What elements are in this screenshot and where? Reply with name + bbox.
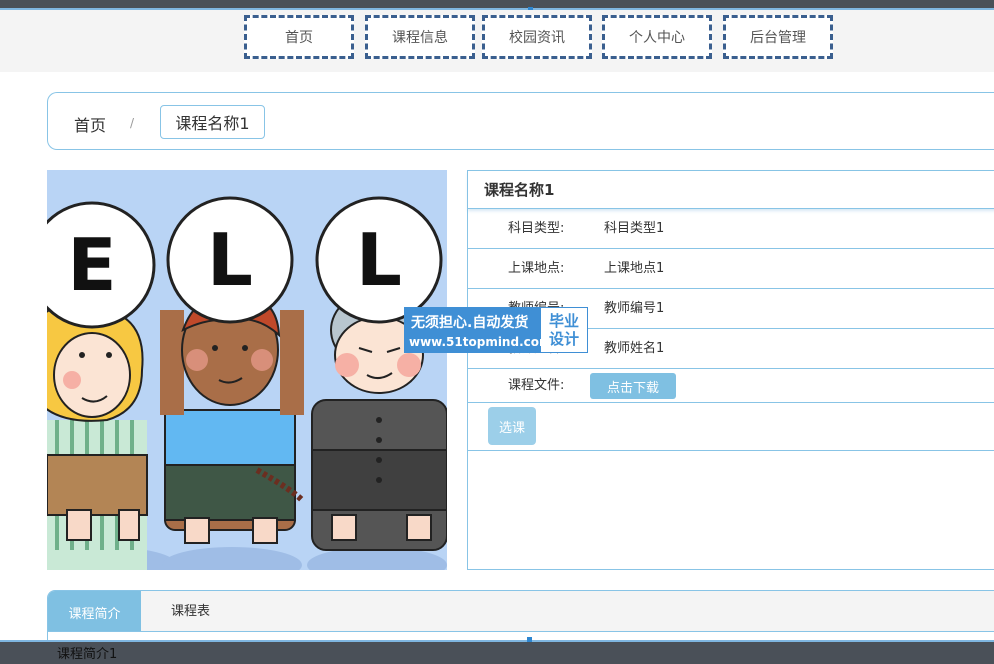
subject-label: 科目类型: [508,221,565,236]
tab-course-schedule[interactable]: 课程表 [171,591,210,631]
breadcrumb-current: 课程名称1 [160,105,265,139]
course-tabs: 课程简介 课程表 [47,590,994,632]
course-image: E L L [47,170,447,570]
sign-letter-l-1: L [207,218,253,302]
watermark-line1: 无须担心.自动发货 [411,315,529,331]
watermark-banner: 无须担心.自动发货 www.51topmind.com 毕业 设计 [404,307,588,353]
main-nav: 首页 课程信息 校园资讯 个人中心 后台管理 [0,10,994,72]
select-course-button[interactable]: 选课 [488,407,536,445]
course-illustration: E L L [47,196,447,570]
breadcrumb-home[interactable]: 首页 [74,112,106,136]
watermark-badge-line1: 毕业 [548,312,579,330]
teacher-name-value: 教师姓名1 [604,341,665,356]
course-intro-content: 课程简介1 [57,647,118,662]
breadcrumb-separator: / [130,116,135,130]
subject-value: 科目类型1 [604,221,665,236]
watermark-badge: 毕业 设计 [541,308,587,352]
nav-item-admin[interactable]: 后台管理 [723,15,833,59]
watermark-text-block: 无须担心.自动发货 www.51topmind.com [405,308,552,352]
detail-row-file: 课程文件: 点击下载 [468,369,994,403]
sign-letter-e: E [67,223,116,307]
course-title: 课程名称1 [468,171,994,209]
download-button[interactable]: 点击下载 [590,373,676,399]
teacher-id-value: 教师编号1 [604,301,665,316]
watermark-line2: www.51topmind.com [409,335,552,349]
course-detail-panel: 课程名称1 科目类型: 科目类型1 上课地点: 上课地点1 教师编号: 教师编号… [467,170,994,570]
detail-row-subject: 科目类型: 科目类型1 [468,209,994,249]
file-label: 课程文件: [508,378,565,393]
location-value: 上课地点1 [604,261,665,276]
watermark-badge-line2: 设计 [548,330,579,348]
bottom-handle [527,637,532,642]
tab-course-intro[interactable]: 课程简介 [48,591,141,631]
nav-item-news[interactable]: 校园资讯 [482,15,592,59]
select-divider [468,450,994,451]
nav-item-courses[interactable]: 课程信息 [365,15,475,59]
browser-bottom-bar [0,640,994,664]
nav-item-home[interactable]: 首页 [244,15,354,59]
browser-top-bar [0,0,994,8]
sign-letter-l-2: L [356,218,402,302]
detail-row-location: 上课地点: 上课地点1 [468,249,994,289]
nav-item-profile[interactable]: 个人中心 [602,15,712,59]
location-label: 上课地点: [508,261,565,276]
